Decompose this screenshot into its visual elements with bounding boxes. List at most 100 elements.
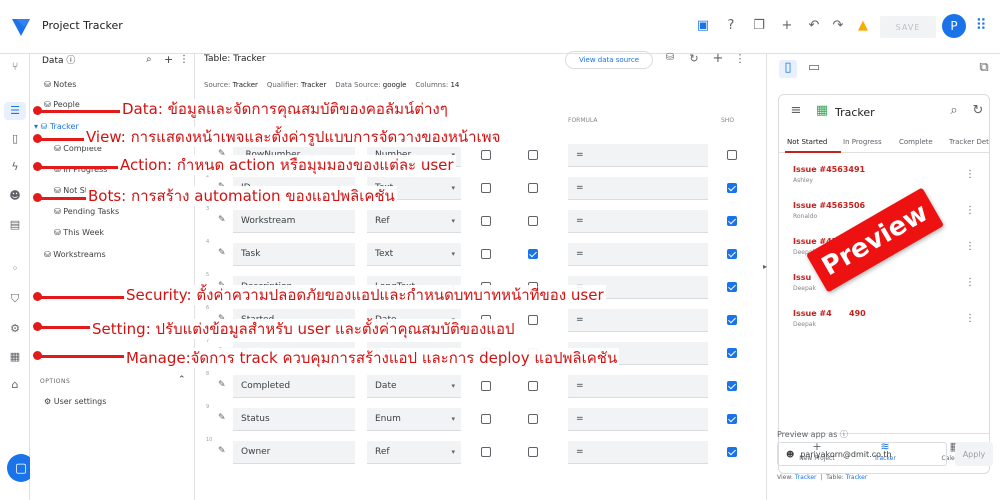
- column-name-field[interactable]: Workstream: [233, 210, 355, 233]
- label-checkbox[interactable]: [528, 249, 538, 259]
- more-icon[interactable]: ⋮: [731, 52, 749, 70]
- menu-icon[interactable]: ≡: [787, 103, 805, 121]
- view-data-source-button[interactable]: View data source: [565, 51, 653, 69]
- label-checkbox[interactable]: [528, 414, 538, 424]
- key-checkbox[interactable]: [481, 447, 491, 457]
- views-nav-icon[interactable]: ▯: [4, 130, 26, 148]
- table-item-workstreams[interactable]: ⛁ Workstreams: [44, 250, 106, 259]
- formula-field[interactable]: =: [568, 177, 708, 200]
- column-type-select[interactable]: Text ▾: [367, 243, 461, 266]
- chevron-up-icon[interactable]: ⌃: [178, 375, 186, 385]
- fork-icon[interactable]: ⑂: [4, 58, 26, 76]
- avatar[interactable]: P: [942, 14, 966, 38]
- apply-button[interactable]: Apply: [955, 442, 993, 466]
- preview-device-icon[interactable]: ▣: [694, 18, 712, 36]
- tablet-preview-icon[interactable]: ▭: [805, 60, 823, 78]
- issue-title[interactable]: Issue #4563491: [793, 165, 865, 174]
- more-icon[interactable]: ⋮: [965, 277, 975, 288]
- column-type-select[interactable]: Ref ▾: [367, 441, 461, 464]
- security-nav-icon[interactable]: ⛉: [4, 290, 26, 308]
- add-person-icon[interactable]: +: [778, 18, 796, 36]
- show-checkbox[interactable]: [727, 315, 737, 325]
- preview-email-field[interactable]: ☻ pariyakorn@dmit.co.th: [777, 442, 947, 466]
- more-icon[interactable]: ⋮: [965, 313, 975, 324]
- search-icon[interactable]: ⌕: [146, 54, 152, 65]
- help-icon[interactable]: ?: [722, 18, 740, 36]
- save-button[interactable]: SAVE: [880, 16, 936, 38]
- label-checkbox[interactable]: [528, 183, 538, 193]
- column-type-select[interactable]: Ref ▾: [367, 210, 461, 233]
- show-checkbox[interactable]: [727, 216, 737, 226]
- show-checkbox[interactable]: [727, 348, 737, 358]
- formula-field[interactable]: =: [568, 309, 708, 332]
- show-checkbox[interactable]: [727, 183, 737, 193]
- regenerate-icon[interactable]: ⛁: [661, 52, 679, 70]
- label-checkbox[interactable]: [528, 216, 538, 226]
- formula-field[interactable]: =: [568, 243, 708, 266]
- edit-pencil-icon[interactable]: ✎: [218, 248, 226, 258]
- column-type-select[interactable]: Date ▾: [367, 375, 461, 398]
- more-icon[interactable]: ⋮: [179, 54, 189, 65]
- edit-pencil-icon[interactable]: ✎: [218, 215, 226, 225]
- footer-table-link[interactable]: Tracker: [846, 474, 868, 481]
- label-checkbox[interactable]: [528, 150, 538, 160]
- settings-nav-icon[interactable]: ⚙: [4, 320, 26, 338]
- key-checkbox[interactable]: [481, 216, 491, 226]
- formula-field[interactable]: =: [568, 144, 708, 167]
- column-name-field[interactable]: Owner: [233, 441, 355, 464]
- copy-icon[interactable]: ❐: [750, 18, 768, 36]
- issue-title[interactable]: Issue #4: [793, 309, 832, 318]
- table-item-notes[interactable]: ⛁ Notes: [44, 80, 76, 89]
- formula-field[interactable]: =: [568, 408, 708, 431]
- column-name-field[interactable]: Status: [233, 408, 355, 431]
- slice-item[interactable]: ⛁ This Week: [54, 228, 104, 237]
- show-checkbox[interactable]: [727, 249, 737, 259]
- issue-title[interactable]: Issu: [793, 273, 811, 282]
- more-icon[interactable]: ⋮: [965, 205, 975, 216]
- column-name-field[interactable]: Task: [233, 243, 355, 266]
- show-checkbox[interactable]: [727, 150, 737, 160]
- refresh-icon[interactable]: ↻: [685, 52, 703, 70]
- key-checkbox[interactable]: [481, 381, 491, 391]
- table-item-people[interactable]: ⛁ People: [44, 100, 80, 109]
- user-settings-item[interactable]: ⚙ User settings: [44, 397, 106, 406]
- warning-icon[interactable]: ▲: [854, 18, 872, 36]
- label-checkbox[interactable]: [528, 381, 538, 391]
- search-icon[interactable]: ⌕: [945, 103, 963, 121]
- key-checkbox[interactable]: [481, 183, 491, 193]
- tab-in-progress[interactable]: In Progress: [843, 138, 882, 146]
- edit-pencil-icon[interactable]: ✎: [218, 413, 226, 423]
- redo-icon[interactable]: ↷: [829, 18, 847, 36]
- label-checkbox[interactable]: [528, 447, 538, 457]
- open-external-icon[interactable]: ⧉: [975, 60, 993, 78]
- issue-title[interactable]: Issue #4563506: [793, 201, 865, 210]
- column-name-field[interactable]: Completed: [233, 375, 355, 398]
- data-nav-icon[interactable]: ☰: [4, 102, 26, 120]
- key-checkbox[interactable]: [481, 414, 491, 424]
- edit-pencil-icon[interactable]: ✎: [218, 446, 226, 456]
- edit-pencil-icon[interactable]: ✎: [218, 380, 226, 390]
- intelligence-nav-icon[interactable]: ▤: [4, 216, 26, 234]
- add-column-icon[interactable]: +: [709, 51, 727, 69]
- tab-complete[interactable]: Complete: [899, 138, 933, 146]
- show-checkbox[interactable]: [727, 282, 737, 292]
- collapse-preview-icon[interactable]: ▸: [756, 262, 774, 280]
- learn-nav-icon[interactable]: ⌂: [4, 376, 26, 394]
- formula-field[interactable]: =: [568, 441, 708, 464]
- bots-nav-icon[interactable]: ☻: [4, 187, 26, 205]
- actions-nav-icon[interactable]: ϟ: [4, 158, 26, 176]
- table-item-tracker[interactable]: ▾ ⛁ Tracker: [34, 122, 79, 131]
- footer-view-link[interactable]: Tracker: [795, 474, 817, 481]
- column-type-select[interactable]: Enum ▾: [367, 408, 461, 431]
- add-icon[interactable]: +: [164, 53, 173, 66]
- more-icon[interactable]: ⋮: [965, 169, 975, 180]
- formula-field[interactable]: =: [568, 375, 708, 398]
- tab-tracker-detail[interactable]: Tracker Deta: [949, 138, 989, 146]
- show-checkbox[interactable]: [727, 381, 737, 391]
- key-checkbox[interactable]: [481, 150, 491, 160]
- undo-icon[interactable]: ↶: [805, 18, 823, 36]
- apps-grid-icon[interactable]: ⠿: [972, 16, 990, 34]
- formula-field[interactable]: =: [568, 210, 708, 233]
- slice-item[interactable]: ⛁ Pending Tasks: [54, 207, 119, 216]
- more-icon[interactable]: ⋮: [965, 241, 975, 252]
